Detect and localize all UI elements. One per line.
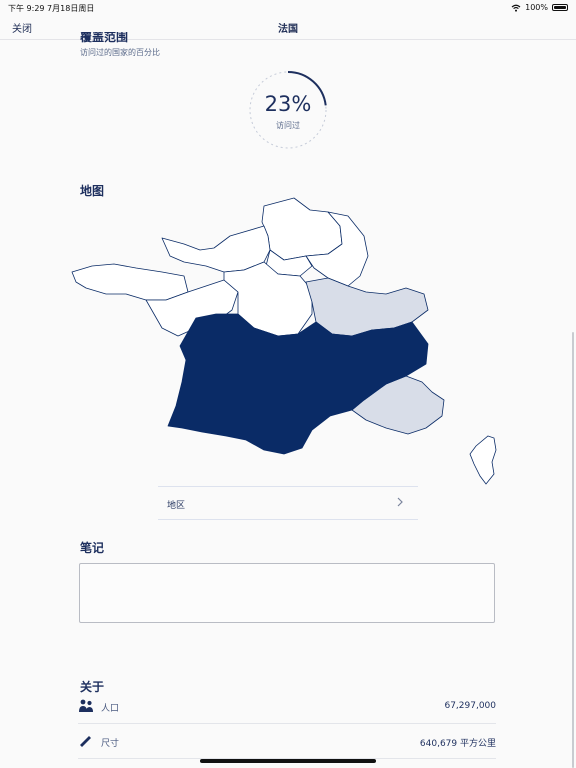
scrollbar[interactable]: [572, 332, 574, 768]
size-row: 尺寸 640,679 平方公里: [78, 728, 496, 758]
population-row: 人口 67,297,000: [78, 693, 496, 723]
about-divider: [78, 723, 496, 724]
size-label: 尺寸: [101, 739, 120, 749]
people-icon: [79, 699, 93, 712]
status-time: 下午 9:29 7月18日周日: [8, 4, 95, 13]
status-right: 100%: [511, 3, 568, 12]
region-hauts-de-france: [261, 197, 343, 261]
chevron-right-icon: [397, 497, 403, 507]
size-value: 640,679 平方公里: [419, 739, 496, 749]
notes-title: 笔记: [80, 541, 105, 555]
coverage-subtitle: 访问过的国家的百分比: [80, 48, 160, 57]
region-corsica: [469, 435, 497, 485]
coverage-ring-label: 访问过: [276, 121, 300, 130]
region-brittany: [71, 263, 189, 301]
battery-percent: 100%: [525, 3, 548, 12]
ruler-icon: [80, 736, 91, 747]
population-label: 人口: [101, 704, 120, 714]
battery-icon: [552, 4, 568, 11]
coverage-percent: 23%: [264, 92, 312, 116]
status-bar: 下午 9:29 7月18日周日 100%: [0, 0, 576, 14]
home-indicator[interactable]: [200, 759, 376, 763]
wifi-icon: [511, 4, 521, 12]
region-normandy: [161, 225, 271, 273]
regions-row[interactable]: 地区: [158, 486, 418, 520]
regions-label: 地区: [167, 501, 186, 511]
france-map: [71, 197, 497, 485]
population-value: 67,297,000: [444, 701, 496, 711]
notes-textarea[interactable]: [79, 563, 495, 623]
